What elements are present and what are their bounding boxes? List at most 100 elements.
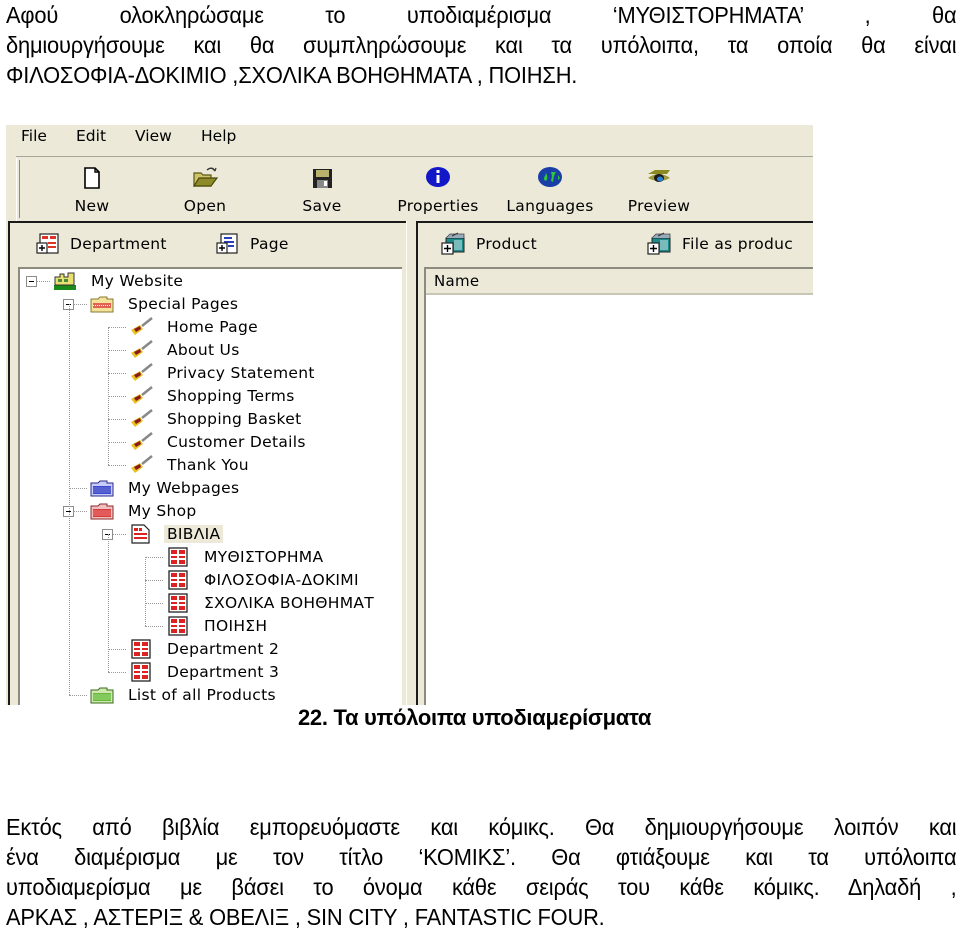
add-product-label: Product (476, 235, 537, 253)
tree-node[interactable]: Home Page (128, 316, 261, 338)
paragraph-line: ΦΙΛΟΣΟΦΙΑ-ΔΟΚΙΜΙΟ ,ΣΧΟΛΙΚΑ ΒΟΗΘΗΜΑΤΑ , Π… (6, 62, 578, 88)
menu-bar: File Edit View Help (6, 125, 813, 149)
list-header: Name (426, 269, 813, 295)
tree-connector (145, 580, 163, 581)
department-icon (165, 547, 191, 567)
tree-connector (108, 327, 126, 328)
open-button[interactable]: Open (160, 160, 250, 220)
closing-paragraph: Εκτός από βιβλία εμπορευόμαστε και κόμικ… (6, 812, 957, 932)
column-header-name[interactable]: Name (434, 272, 479, 290)
tree-node-label: Department 3 (167, 663, 280, 681)
tree-node[interactable]: List of all Products (89, 684, 279, 705)
special-page-icon (128, 386, 154, 406)
tree-node[interactable]: Customer Details (128, 431, 309, 453)
special-page-icon (128, 409, 154, 429)
pane-splitter[interactable] (406, 221, 415, 705)
floppy-disk-icon (313, 169, 332, 188)
department-icon (165, 570, 191, 590)
tree-node-label: About Us (167, 341, 240, 359)
tree-node-label: Thank You (167, 456, 249, 474)
app-window-screenshot: File Edit View Help New Open Save Proper… (6, 125, 813, 705)
add-product-button[interactable]: Product (440, 231, 537, 257)
tree-node[interactable]: ΦΙΛΟΣΟΦΙΑ-ΔΟΚΙΜΙ (165, 569, 362, 591)
website-icon (52, 271, 78, 291)
tree-node[interactable]: Special Pages (89, 293, 241, 315)
tree-node[interactable]: My Webpages (89, 477, 242, 499)
add-page-icon (216, 233, 238, 254)
tree-node[interactable]: ΠΟΙΗΣΗ (165, 615, 270, 637)
department-icon (128, 662, 154, 682)
tree-node-label: Home Page (167, 318, 258, 336)
globe-icon (538, 167, 562, 187)
tree-node[interactable]: My Shop (89, 500, 200, 522)
add-department-icon (36, 233, 59, 254)
tree-node-label: List of all Products (128, 686, 276, 704)
tree-node[interactable]: ΒΙΒΛΙΑ (128, 523, 224, 545)
preview-button[interactable]: Preview (614, 160, 704, 220)
tree-node[interactable]: Thank You (128, 454, 252, 476)
paragraph-line: δημιουργήσουμε και θα συμπληρώσουμε και … (6, 32, 957, 58)
tree-connector (108, 396, 126, 397)
department-icon (165, 616, 191, 636)
add-department-button[interactable]: Department (36, 231, 167, 257)
tree-connector (108, 327, 109, 465)
tree-node-label: Special Pages (128, 295, 239, 313)
product-pane: Product File as produc Name (416, 221, 813, 705)
paragraph-line: Αφού ολοκληρώσαμε το υποδιαμέρισμα ‘ΜΥΘΙ… (6, 2, 957, 28)
tree-node[interactable]: ΣΧΟΛΙΚΑ ΒΟΗΘΗΜΑΤ (165, 592, 377, 614)
paragraph-line: ένα διαμέρισμα με τον τίτλο ‘ΚΟΜΙΚΣ’. Θα… (6, 844, 957, 870)
save-button[interactable]: Save (277, 160, 367, 220)
products-folder-icon (89, 685, 115, 705)
tree-node[interactable]: About Us (128, 339, 243, 361)
open-folder-icon (192, 167, 219, 187)
add-product-icon (441, 232, 465, 255)
tree-node-label: ΜΥΘΙΣΤΟΡΗΜΑ (204, 548, 324, 566)
special-page-icon (128, 317, 154, 337)
new-button[interactable]: New (47, 160, 137, 220)
tree-connector (108, 534, 109, 672)
open-label: Open (183, 197, 227, 215)
department-icon (165, 593, 191, 613)
tree-node[interactable]: Privacy Statement (128, 362, 318, 384)
tree-node[interactable]: Department 2 (128, 638, 282, 660)
tree-node-label: My Website (91, 272, 184, 290)
add-page-label: Page (250, 235, 289, 253)
add-file-product-button[interactable]: File as produc (646, 231, 793, 257)
menu-separator (16, 156, 813, 157)
add-file-product-icon (647, 232, 671, 255)
collapse-toggle[interactable] (26, 276, 37, 287)
menu-view[interactable]: View (135, 127, 172, 145)
special-folder-icon (89, 294, 115, 314)
tree-connector (108, 373, 126, 374)
tree-connector (108, 672, 126, 673)
properties-label: Properties (397, 197, 479, 215)
tree-connector (145, 557, 163, 558)
tree-node[interactable]: My Website (52, 270, 186, 292)
menu-help[interactable]: Help (201, 127, 236, 145)
product-list: Name (424, 267, 813, 705)
tree-connector (108, 350, 126, 351)
special-page-icon (128, 455, 154, 475)
tree-node-label: ΠΟΙΗΣΗ (204, 617, 268, 635)
tree-node[interactable]: Shopping Terms (128, 385, 298, 407)
tree-node-label: ΦΙΛΟΣΟΦΙΑ-ΔΟΚΙΜΙ (204, 571, 359, 589)
paragraph-line: ΑΡΚΑΣ , ΑΣΤΕΡΙΞ & ΟΒΕΛΙΞ , SIN CITY , FA… (6, 904, 605, 930)
add-page-button[interactable]: Page (216, 231, 289, 257)
menu-edit[interactable]: Edit (76, 127, 106, 145)
new-document-icon (84, 167, 100, 189)
menu-file[interactable]: File (21, 127, 47, 145)
add-department-label: Department (70, 235, 167, 253)
new-label: New (74, 197, 110, 215)
tree-connector (145, 603, 163, 604)
tree-node[interactable]: ΜΥΘΙΣΤΟΡΗΜΑ (165, 546, 326, 568)
tree-node-label: My Shop (128, 502, 197, 520)
add-file-product-label: File as produc (682, 235, 794, 253)
tree-node[interactable]: Shopping Basket (128, 408, 304, 430)
tree-node[interactable]: Department 3 (128, 661, 282, 683)
properties-button[interactable]: Properties (383, 160, 493, 220)
special-page-icon (128, 340, 154, 360)
languages-button[interactable]: Languages (495, 160, 605, 220)
department-pane: Department Page My Website Special Pages H… (8, 221, 410, 705)
department-page-icon (128, 524, 154, 544)
shop-folder-icon (89, 501, 115, 521)
